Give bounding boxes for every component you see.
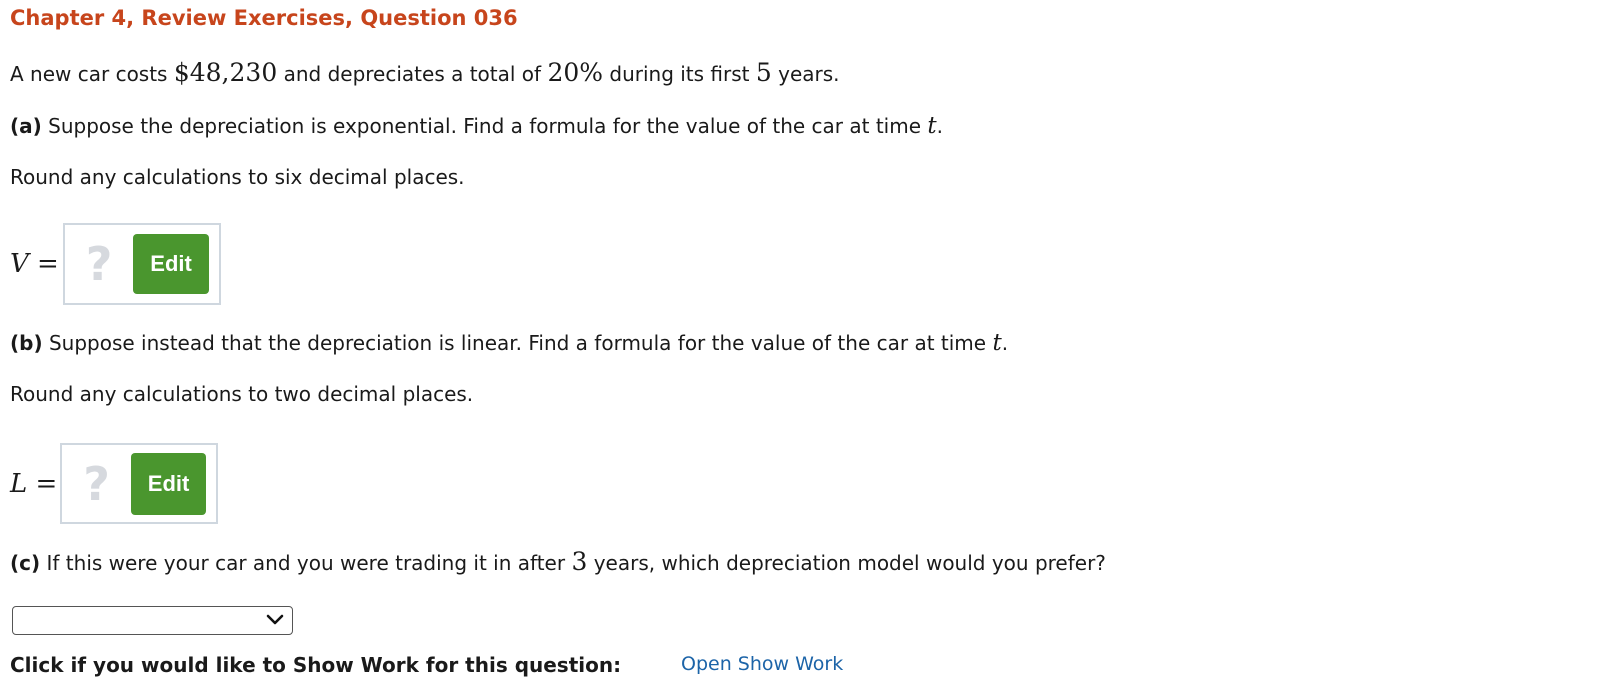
intro-text-3: during its first [603, 62, 756, 86]
part-b-period: . [1001, 331, 1009, 355]
depreciation-years: 5 [755, 58, 772, 87]
depreciation-model-select[interactable] [12, 606, 293, 635]
intro-text-2: and depreciates a total of [277, 62, 548, 86]
part-a-answer-box[interactable]: ? Edit [62, 223, 221, 305]
part-c-text-2: years, which depreciation model would yo… [587, 551, 1106, 575]
part-a-question: (a) Suppose the depreciation is exponent… [10, 113, 943, 139]
part-b-answer-box[interactable]: ? Edit [60, 443, 219, 524]
part-b-edit-button[interactable]: Edit [130, 452, 207, 515]
part-b-placeholder-icon: ? [83, 456, 110, 511]
open-show-work-link[interactable]: Open Show Work [681, 653, 843, 675]
part-a-instruction: Round any calculations to six decimal pl… [10, 165, 465, 189]
depreciation-percent: 20% [547, 58, 604, 87]
part-a-label: (a) [10, 114, 42, 138]
part-a-time-var: t [927, 113, 937, 139]
part-c-years: 3 [571, 547, 588, 576]
chevron-down-icon [266, 614, 284, 625]
part-c-label: (c) [10, 551, 41, 575]
part-b-question: (b) Suppose instead that the depreciatio… [10, 330, 1008, 356]
part-a-placeholder-icon: ? [85, 237, 113, 291]
part-b-time-var: t [992, 330, 1002, 356]
part-b-text: Suppose instead that the depreciation is… [42, 331, 993, 355]
problem-statement: A new car costs $48,230 and depreciates … [10, 58, 840, 87]
part-a-answer-label: V = [10, 249, 59, 279]
intro-text-1: A new car costs [10, 62, 174, 86]
part-b-answer-label: L = [10, 468, 58, 499]
part-a-period: . [936, 114, 943, 138]
part-a-text: Suppose the depreciation is exponential.… [41, 114, 928, 138]
part-b-instruction: Round any calculations to two decimal pl… [10, 382, 474, 406]
show-work-prompt: Click if you would like to Show Work for… [10, 653, 622, 677]
intro-text-4: years. [771, 62, 840, 86]
part-b-label: (b) [10, 331, 43, 355]
part-a-answer-row: V = ? Edit [10, 223, 221, 305]
part-b-answer-row: L = ? Edit [10, 443, 219, 524]
question-title: Chapter 4, Review Exercises, Question 03… [10, 6, 518, 30]
car-price: $48,230 [173, 58, 278, 87]
part-c-text-1: If this were your car and you were tradi… [40, 551, 572, 575]
part-a-edit-button[interactable]: Edit [133, 234, 209, 294]
part-c-question: (c) If this were your car and you were t… [10, 547, 1106, 576]
